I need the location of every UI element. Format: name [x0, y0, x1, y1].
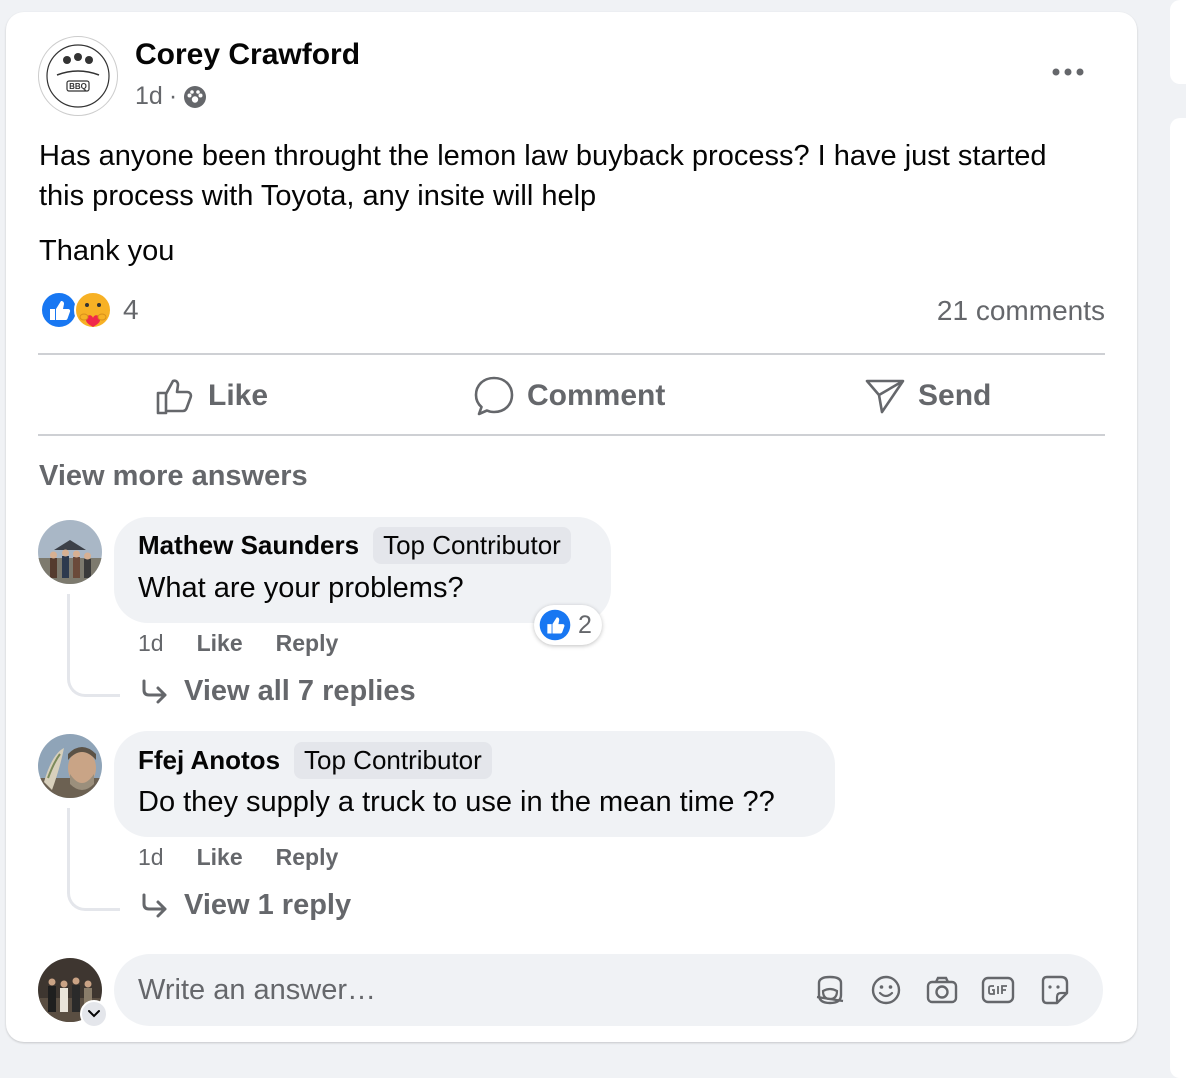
comment-header: Mathew Saunders Top Contributor [138, 527, 571, 564]
view-replies-label: View 1 reply [184, 889, 352, 921]
reaction-count: 4 [123, 294, 139, 325]
post-time[interactable]: 1d [135, 82, 163, 111]
comment-reply-button[interactable]: Reply [276, 844, 339, 871]
avatar-photo-icon [38, 520, 102, 584]
post-card: BBQ Corey Crawford 1d · Has anyone been … [6, 12, 1137, 1042]
send-button[interactable]: Send [864, 368, 991, 424]
author-avatar[interactable]: BBQ [38, 36, 118, 116]
view-replies-link[interactable]: View all 7 replies [140, 675, 416, 708]
like-reaction-icon [539, 609, 571, 641]
top-contributor-badge: Top Contributor [373, 527, 571, 564]
avatar-sticker-icon[interactable] [813, 973, 847, 1007]
comment-time[interactable]: 1d [138, 844, 164, 871]
answer-composer [114, 954, 1103, 1026]
comment-text: What are your problems? [138, 572, 464, 604]
emoji-icon[interactable] [869, 973, 903, 1007]
comment-like-button[interactable]: Like [197, 630, 243, 657]
chevron-down-icon [88, 1010, 100, 1018]
composer-tools [813, 973, 1103, 1007]
post-body: Has anyone been throught the lemon law b… [39, 136, 1099, 271]
commenter-name[interactable]: Mathew Saunders [138, 530, 359, 561]
sticker-icon[interactable] [1037, 973, 1071, 1007]
send-arrow-icon [865, 379, 905, 414]
divider-bottom [38, 434, 1105, 436]
like-count-number: 2 [578, 610, 592, 639]
write-answer-input[interactable] [114, 972, 813, 1008]
post-text-paragraph: Has anyone been throught the lemon law b… [39, 140, 1047, 212]
reply-arrow-icon [142, 679, 167, 703]
reply-thread-line [67, 808, 120, 911]
audience-group-icon[interactable] [183, 85, 207, 109]
comment-like-count[interactable]: 2 [534, 605, 602, 645]
comment-reply-button[interactable]: Reply [276, 630, 339, 657]
comment-bubble-icon [474, 376, 514, 416]
reply-arrow-icon [142, 893, 167, 917]
more-options-button[interactable] [1050, 60, 1086, 89]
commenter-avatar[interactable] [38, 520, 102, 584]
reply-thread-line [67, 594, 120, 697]
camera-icon[interactable] [925, 973, 959, 1007]
side-panel-bottom [1170, 118, 1186, 1078]
reaction-summary[interactable]: 4 [39, 290, 139, 330]
like-button[interactable]: Like [154, 368, 268, 424]
gif-icon[interactable] [981, 973, 1015, 1007]
avatar-photo-icon [38, 734, 102, 798]
side-panel-top [1170, 0, 1186, 84]
logo-text: BBQ [69, 82, 87, 91]
view-replies-link[interactable]: View 1 reply [140, 889, 351, 922]
divider-top [38, 353, 1105, 355]
post-meta: 1d · [135, 82, 207, 111]
comment-actions: 1d Like Reply [138, 844, 338, 871]
account-switch-button[interactable] [80, 1000, 108, 1028]
brand-logo-icon: BBQ [41, 39, 115, 113]
comment-text: Do they supply a truck to use in the mea… [138, 786, 775, 818]
thumbs-up-icon [156, 379, 193, 415]
comment-time[interactable]: 1d [138, 630, 164, 657]
commenter-name[interactable]: Ffej Anotos [138, 745, 280, 776]
comment-header: Ffej Anotos Top Contributor [138, 742, 492, 779]
commenter-avatar[interactable] [38, 734, 102, 798]
meta-separator: · [168, 82, 178, 110]
comment-actions: 1d Like Reply [138, 630, 338, 657]
post-author-name[interactable]: Corey Crawford [135, 38, 360, 72]
top-contributor-badge: Top Contributor [294, 742, 492, 779]
like-label: Like [208, 379, 269, 412]
comment-like-button[interactable]: Like [197, 844, 243, 871]
view-replies-label: View all 7 replies [184, 675, 416, 707]
comment-button[interactable]: Comment [473, 368, 665, 424]
comments-count-link[interactable]: 21 comments [937, 295, 1105, 327]
more-horizontal-icon [1052, 68, 1084, 76]
post-text-signoff: Thank you [39, 235, 175, 267]
comment-label: Comment [527, 379, 666, 412]
send-label: Send [918, 379, 992, 412]
view-more-answers-link[interactable]: View more answers [39, 460, 308, 493]
care-reaction-icon [74, 291, 112, 329]
